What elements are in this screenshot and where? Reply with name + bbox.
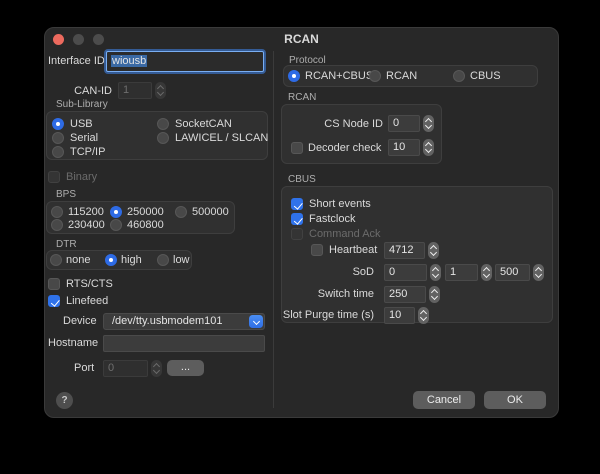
interface-id-label: Interface ID [48, 54, 105, 68]
port-stepper [151, 360, 162, 377]
can-id-input: 1 [118, 82, 152, 99]
radio-tcpip[interactable] [52, 146, 64, 158]
dialog-window: RCAN Interface ID wiousb CAN-ID 1 Sub-Li… [44, 27, 559, 418]
sod-label: SoD [274, 265, 374, 279]
linefeed-checkbox[interactable] [48, 295, 60, 307]
can-id-label: CAN-ID [59, 84, 112, 98]
zoom-button [93, 34, 104, 45]
sod-stepper-3[interactable] [533, 264, 544, 281]
radio-500000[interactable] [175, 206, 187, 218]
radio-dtr-high[interactable] [105, 254, 117, 266]
radio-usb[interactable] [52, 118, 64, 130]
window-title: RCAN [45, 28, 558, 50]
minimize-button [73, 34, 84, 45]
cs-node-id-stepper[interactable] [423, 115, 434, 132]
short-events-label: Short events [309, 197, 371, 211]
device-label: Device [63, 314, 97, 328]
radio-230400-label: 230400 [68, 218, 105, 232]
browse-button[interactable]: ... [167, 360, 204, 376]
radio-dtr-none[interactable] [50, 254, 62, 266]
radio-serial[interactable] [52, 132, 64, 144]
radio-rcan-label: RCAN [386, 69, 417, 83]
rts-cts-checkbox[interactable] [48, 278, 60, 290]
can-id-stepper [155, 82, 166, 99]
slot-purge-stepper[interactable] [418, 307, 429, 324]
radio-dtr-none-label: none [66, 253, 90, 267]
sod-stepper-2[interactable] [481, 264, 492, 281]
fastclock-label: Fastclock [309, 212, 355, 226]
radio-250000-label: 250000 [127, 205, 164, 219]
radio-socketcan-label: SocketCAN [175, 117, 232, 131]
radio-lawicel-label: LAWICEL / SLCAN [175, 131, 268, 145]
linefeed-label: Linefeed [66, 294, 108, 308]
heartbeat-stepper[interactable] [428, 242, 439, 259]
cancel-button[interactable]: Cancel [413, 391, 475, 409]
decoder-check-checkbox[interactable] [291, 142, 303, 154]
radio-cbus[interactable] [453, 70, 465, 82]
hostname-label: Hostname [48, 336, 98, 350]
rcan-section-label: RCAN [288, 92, 316, 104]
radio-230400[interactable] [51, 219, 63, 231]
ok-button[interactable]: OK [484, 391, 546, 409]
switch-time-input[interactable]: 250 [384, 286, 426, 303]
cs-node-id-input[interactable]: 0 [388, 115, 420, 132]
heartbeat-label: Heartbeat [329, 243, 377, 257]
hostname-input[interactable] [103, 335, 265, 352]
sod-input-2[interactable]: 1 [445, 264, 478, 281]
radio-rcan-cbus-label: RCAN+CBUS [305, 69, 373, 83]
radio-rcan[interactable] [369, 70, 381, 82]
decoder-check-label: Decoder check [308, 141, 381, 155]
slot-purge-input[interactable]: 10 [384, 307, 415, 324]
radio-250000[interactable] [110, 206, 122, 218]
radio-dtr-high-label: high [121, 253, 142, 267]
radio-460800-label: 460800 [127, 218, 164, 232]
radio-500000-label: 500000 [192, 205, 229, 219]
sod-input-3[interactable]: 500 [495, 264, 530, 281]
binary-label: Binary [66, 170, 97, 184]
cs-node-id-label: CS Node ID [283, 117, 383, 131]
sod-stepper-1[interactable] [430, 264, 441, 281]
close-button[interactable] [53, 34, 64, 45]
radio-socketcan[interactable] [157, 118, 169, 130]
command-ack-checkbox [291, 228, 303, 240]
radio-dtr-low[interactable] [157, 254, 169, 266]
short-events-checkbox[interactable] [291, 198, 303, 210]
interface-id-value: wiousb [111, 55, 147, 67]
radio-rcan-cbus[interactable] [288, 70, 300, 82]
radio-serial-label: Serial [70, 131, 98, 145]
title-bar[interactable]: RCAN [45, 28, 558, 50]
radio-115200-label: 115200 [68, 205, 104, 219]
radio-cbus-label: CBUS [470, 69, 501, 83]
radio-460800[interactable] [110, 219, 122, 231]
command-ack-label: Command Ack [309, 227, 381, 241]
slot-purge-label: Slot Purge time (s) [240, 308, 374, 322]
device-popup-value: /dev/tty.usbmodem101 [112, 315, 222, 327]
radio-usb-label: USB [70, 117, 93, 131]
cbus-section-label: CBUS [288, 174, 316, 186]
help-button[interactable]: ? [56, 392, 73, 409]
decoder-check-stepper[interactable] [423, 139, 434, 156]
port-label: Port [74, 361, 94, 375]
sub-library-section-label: Sub-Library [56, 99, 108, 111]
sod-input-1[interactable]: 0 [384, 264, 427, 281]
radio-lawicel[interactable] [157, 132, 169, 144]
switch-time-stepper[interactable] [429, 286, 440, 303]
rts-cts-label: RTS/CTS [66, 277, 113, 291]
fastclock-checkbox[interactable] [291, 213, 303, 225]
decoder-check-input[interactable]: 10 [388, 139, 420, 156]
binary-checkbox [48, 171, 60, 183]
radio-dtr-low-label: low [173, 253, 190, 267]
port-input: 0 [103, 360, 148, 377]
switch-time-label: Switch time [274, 287, 374, 301]
interface-id-input[interactable]: wiousb [106, 51, 264, 72]
column-divider [273, 51, 274, 408]
radio-tcpip-label: TCP/IP [70, 145, 105, 159]
radio-115200[interactable] [51, 206, 63, 218]
bps-section-label: BPS [56, 189, 76, 201]
heartbeat-input[interactable]: 4712 [384, 242, 425, 259]
heartbeat-checkbox[interactable] [311, 244, 323, 256]
